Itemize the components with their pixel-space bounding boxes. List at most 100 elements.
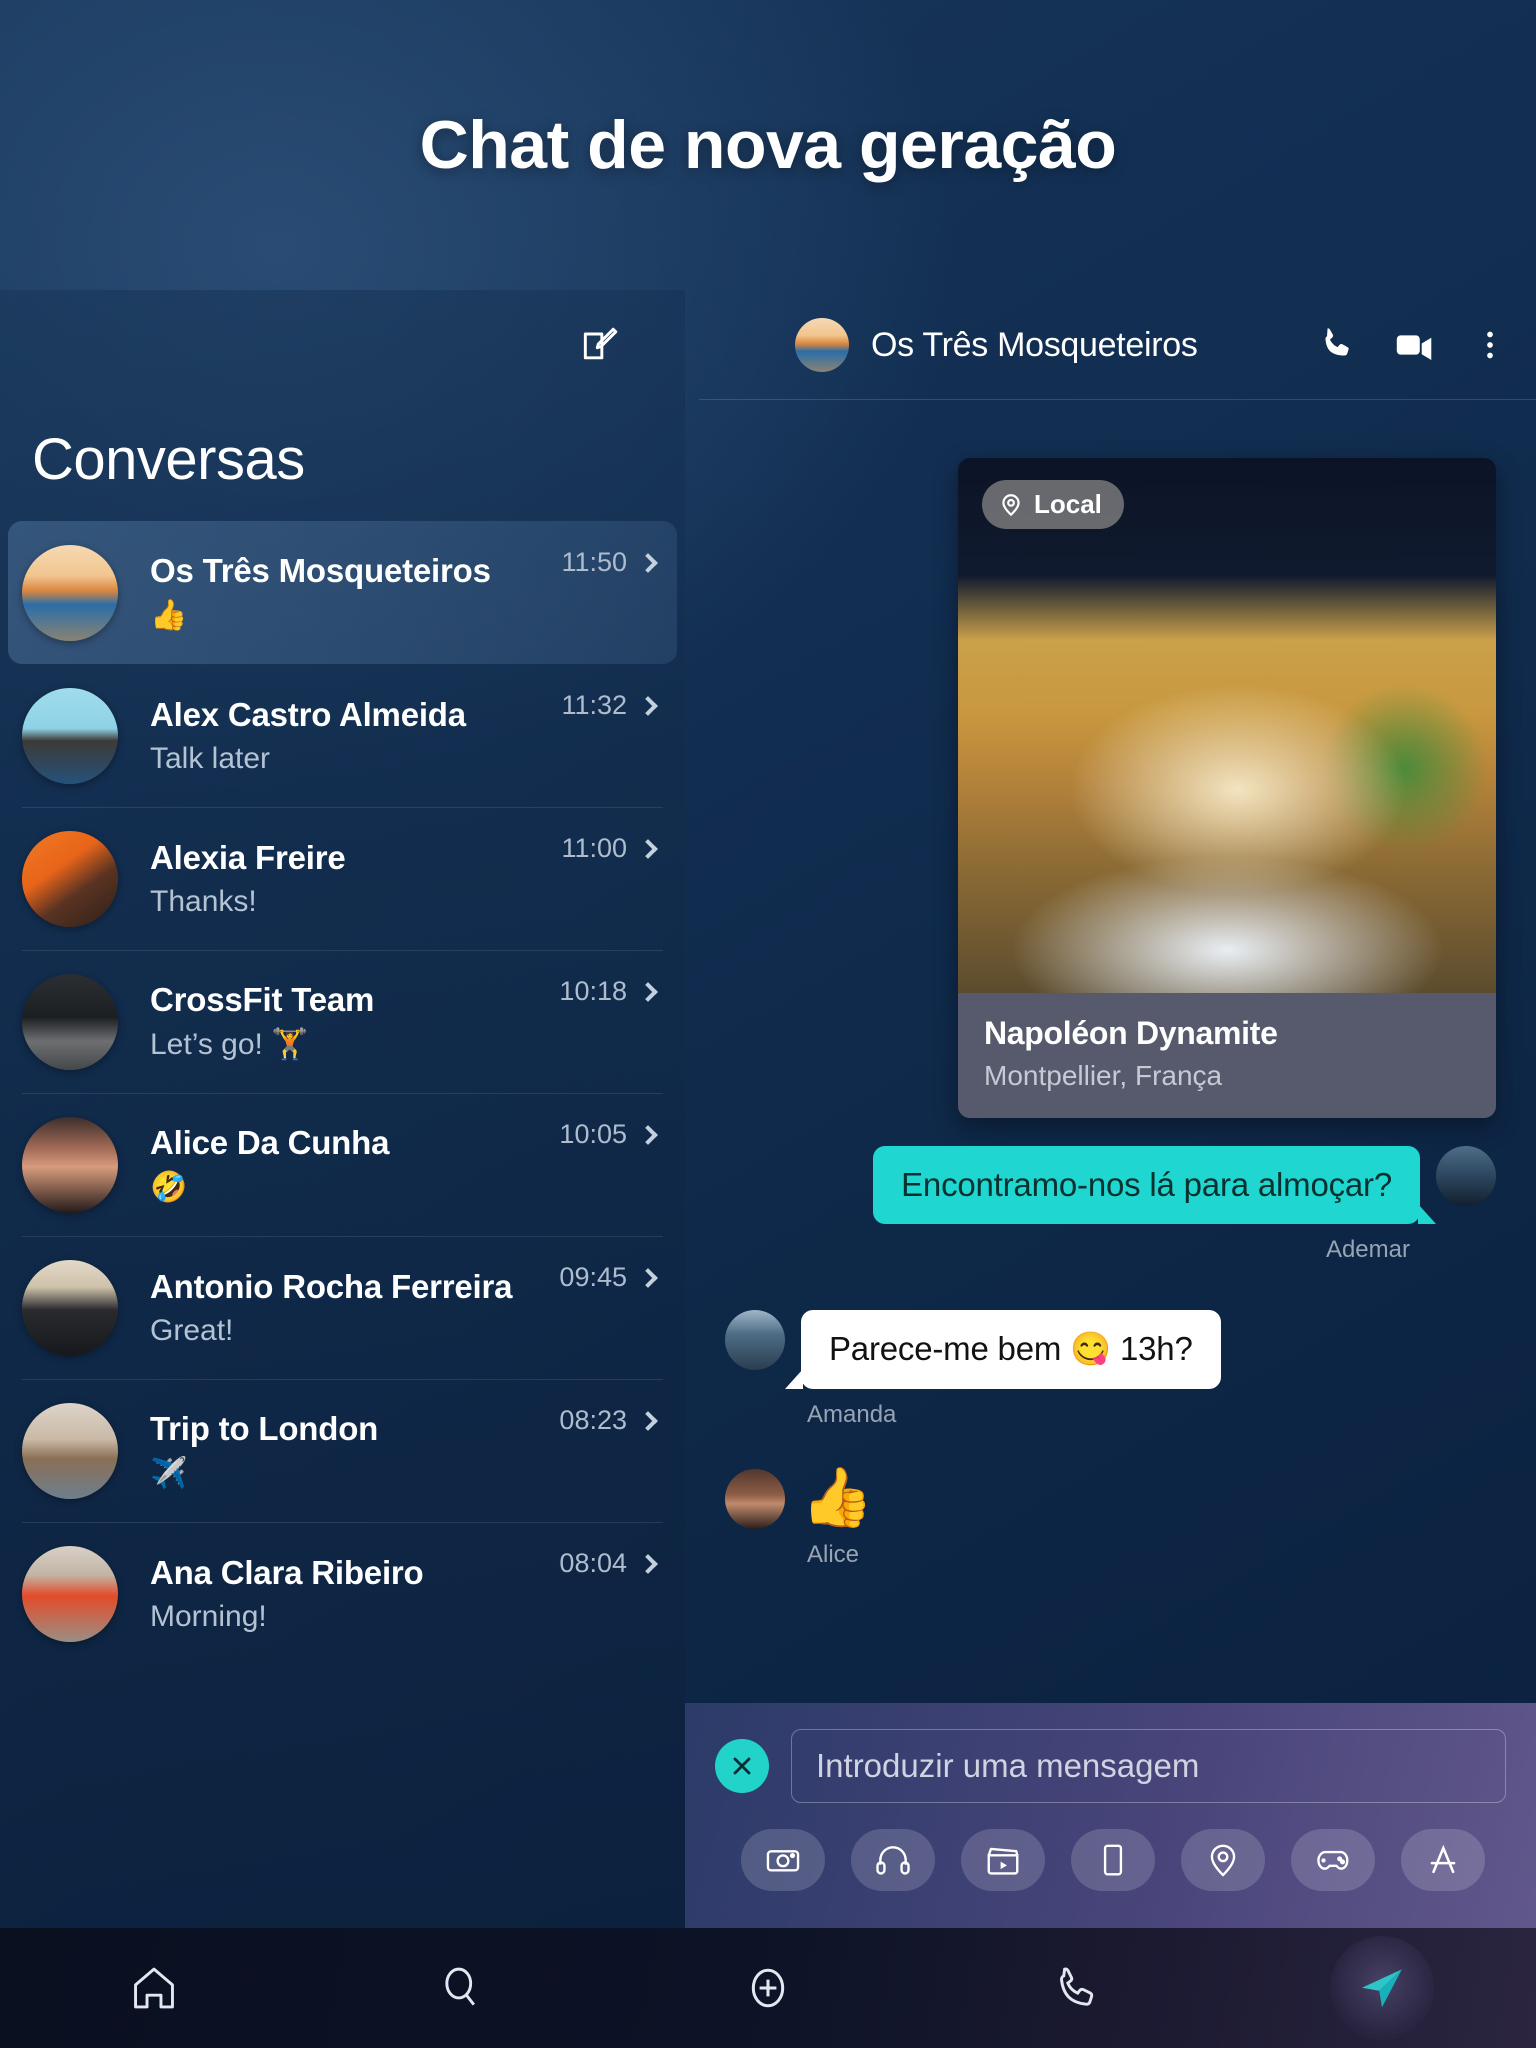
map-pin-icon — [1002, 493, 1020, 516]
location-badge-label: Local — [1034, 489, 1102, 519]
conversation-name: Os Três Mosqueteiros — [150, 552, 491, 589]
gamepad-icon[interactable] — [1291, 1829, 1375, 1891]
conversation-name: CrossFit Team — [150, 981, 375, 1018]
chevron-right-icon — [638, 695, 658, 716]
avatar — [22, 687, 118, 784]
chevron-right-icon — [638, 552, 658, 573]
conversation-preview: Talk later — [150, 741, 271, 775]
list-item[interactable]: Alice Da Cunha 🤣 10:05 — [8, 1093, 677, 1236]
avatar — [22, 544, 118, 641]
page-title: Chat de nova geração — [419, 107, 1117, 183]
list-item-meta: 08:23 — [559, 1405, 658, 1436]
conversation-name: Trip to London — [150, 1410, 379, 1447]
list-item[interactable]: CrossFit Team Let’s go! 🏋️ 10:18 — [8, 950, 677, 1093]
list-item-meta: 09:45 — [559, 1262, 658, 1293]
message-bubble[interactable]: Encontramo-nos lá para almoçar? — [873, 1146, 1436, 1224]
appstore-icon[interactable] — [1401, 1829, 1485, 1891]
list-item[interactable]: Alex Castro Almeida Talk later 11:32 — [8, 664, 677, 807]
nav-item-new[interactable] — [614, 1960, 921, 2016]
compose-icon[interactable] — [573, 318, 627, 372]
conversation-time: 11:32 — [561, 690, 627, 720]
list-item[interactable]: Os Três Mosqueteiros 👍 11:50 — [8, 521, 677, 664]
avatar — [22, 1545, 118, 1642]
conversation-time: 10:05 — [559, 1119, 627, 1149]
conversation-name: Ana Clara Ribeiro — [150, 1553, 424, 1591]
nav-item-send[interactable] — [1229, 1936, 1536, 2040]
attachment-bar — [715, 1829, 1506, 1891]
map-pin-icon[interactable] — [1181, 1829, 1265, 1891]
message-bubble[interactable]: 👍 — [801, 1469, 873, 1527]
conversations-list: Os Três Mosqueteiros 👍 11:50 Alex Castro… — [0, 521, 685, 1665]
conversation-name: Alex Castro Almeida — [150, 695, 466, 733]
message-incoming: Parece-me bem 😋 13h? — [725, 1310, 1496, 1389]
location-name: Napoléon Dynamite — [984, 1015, 1278, 1051]
list-item[interactable]: Ana Clara Ribeiro Morning! 08:04 — [8, 1522, 677, 1665]
message-outgoing: Encontramo-nos lá para almoçar? — [725, 1146, 1496, 1224]
avatar — [22, 1259, 118, 1356]
chat-title: Os Três Mosqueteiros — [871, 325, 1198, 364]
list-item-meta: 11:00 — [561, 833, 658, 864]
location-card[interactable]: Local Napoléon Dynamite Montpellier, Fra… — [958, 458, 1496, 1118]
close-icon[interactable] — [715, 1739, 769, 1793]
nav-item-search[interactable] — [307, 1961, 614, 2015]
avatar — [795, 318, 849, 372]
location-subtitle: Montpellier, França — [984, 1060, 1223, 1091]
chevron-right-icon — [638, 1124, 658, 1145]
composer-input-row — [715, 1729, 1506, 1803]
conversation-time: 08:23 — [559, 1405, 627, 1435]
list-item[interactable]: Alexia Freire Thanks! 11:00 — [8, 807, 677, 950]
message-bubble[interactable]: Parece-me bem 😋 13h? — [785, 1310, 1221, 1389]
message-sender: Ademar — [1325, 1236, 1410, 1263]
card-icon[interactable] — [1071, 1829, 1155, 1891]
chat-header-actions — [1316, 322, 1508, 368]
list-item[interactable]: Antonio Rocha Ferreira Great! 09:45 — [8, 1236, 677, 1379]
list-item[interactable]: Trip to London ✈️ 08:23 — [8, 1379, 677, 1522]
headphones-icon[interactable] — [851, 1829, 935, 1891]
clapperboard-icon[interactable] — [961, 1829, 1045, 1891]
chevron-right-icon — [638, 838, 658, 859]
list-item-meta: 10:18 — [559, 976, 658, 1007]
conversation-name: Alice Da Cunha — [150, 1124, 390, 1161]
bottom-navigation — [0, 1928, 1536, 2048]
list-item-text: CrossFit Team Let’s go! 🏋️ — [150, 981, 559, 1062]
list-item-meta: 08:04 — [559, 1548, 658, 1579]
list-item-text: Os Três Mosqueteiros 👍 — [150, 552, 561, 633]
avatar — [725, 1469, 785, 1529]
avatar — [22, 1116, 118, 1213]
conversations-pane: Conversas Os Três Mosqueteiros 👍 11:50 A… — [0, 290, 685, 1928]
nav-item-calls[interactable] — [922, 1961, 1229, 2015]
conversations-heading: Conversas — [32, 427, 305, 492]
chat-header: Os Três Mosqueteiros — [685, 290, 1536, 400]
avatar — [22, 973, 118, 1070]
message-input[interactable] — [791, 1729, 1506, 1803]
list-item-meta: 10:05 — [559, 1119, 658, 1150]
location-caption: Napoléon Dynamite Montpellier, França — [958, 993, 1496, 1118]
message-composer — [685, 1703, 1536, 1928]
status-badge: Local — [982, 480, 1124, 529]
app-shell: Conversas Os Três Mosqueteiros 👍 11:50 A… — [0, 290, 1536, 2048]
list-item-meta: 11:50 — [561, 547, 658, 578]
video-icon[interactable] — [1392, 322, 1438, 368]
conversation-time: 10:18 — [559, 976, 627, 1006]
list-item-meta: 11:32 — [561, 690, 658, 721]
avatar — [725, 1310, 785, 1370]
conversation-preview: Let’s go! 🏋️ — [150, 1028, 309, 1061]
phone-icon[interactable] — [1316, 324, 1358, 366]
avatar — [22, 1402, 118, 1499]
avatar — [22, 830, 118, 927]
camera-icon[interactable] — [741, 1829, 825, 1891]
list-item-text: Ana Clara Ribeiro Morning! — [150, 1554, 559, 1634]
conversation-time: 11:00 — [561, 833, 627, 863]
nav-item-home[interactable] — [0, 1961, 307, 2015]
send-icon[interactable] — [1330, 1936, 1435, 2040]
conversation-preview: 🤣 — [150, 1171, 188, 1204]
chevron-right-icon — [638, 1267, 658, 1288]
chat-pane: Os Três Mosqueteiros Local Napoléon Dyna… — [685, 290, 1536, 2048]
more-vertical-icon[interactable] — [1472, 325, 1508, 365]
conversation-time: 09:45 — [559, 1262, 627, 1292]
conversation-preview: Thanks! — [150, 884, 257, 918]
conversation-name: Antonio Rocha Ferreira — [150, 1267, 513, 1305]
conversations-toolbar — [0, 290, 685, 400]
hero-banner: Chat de nova geração — [0, 0, 1536, 290]
message-emoji: 👍 — [725, 1469, 1496, 1529]
